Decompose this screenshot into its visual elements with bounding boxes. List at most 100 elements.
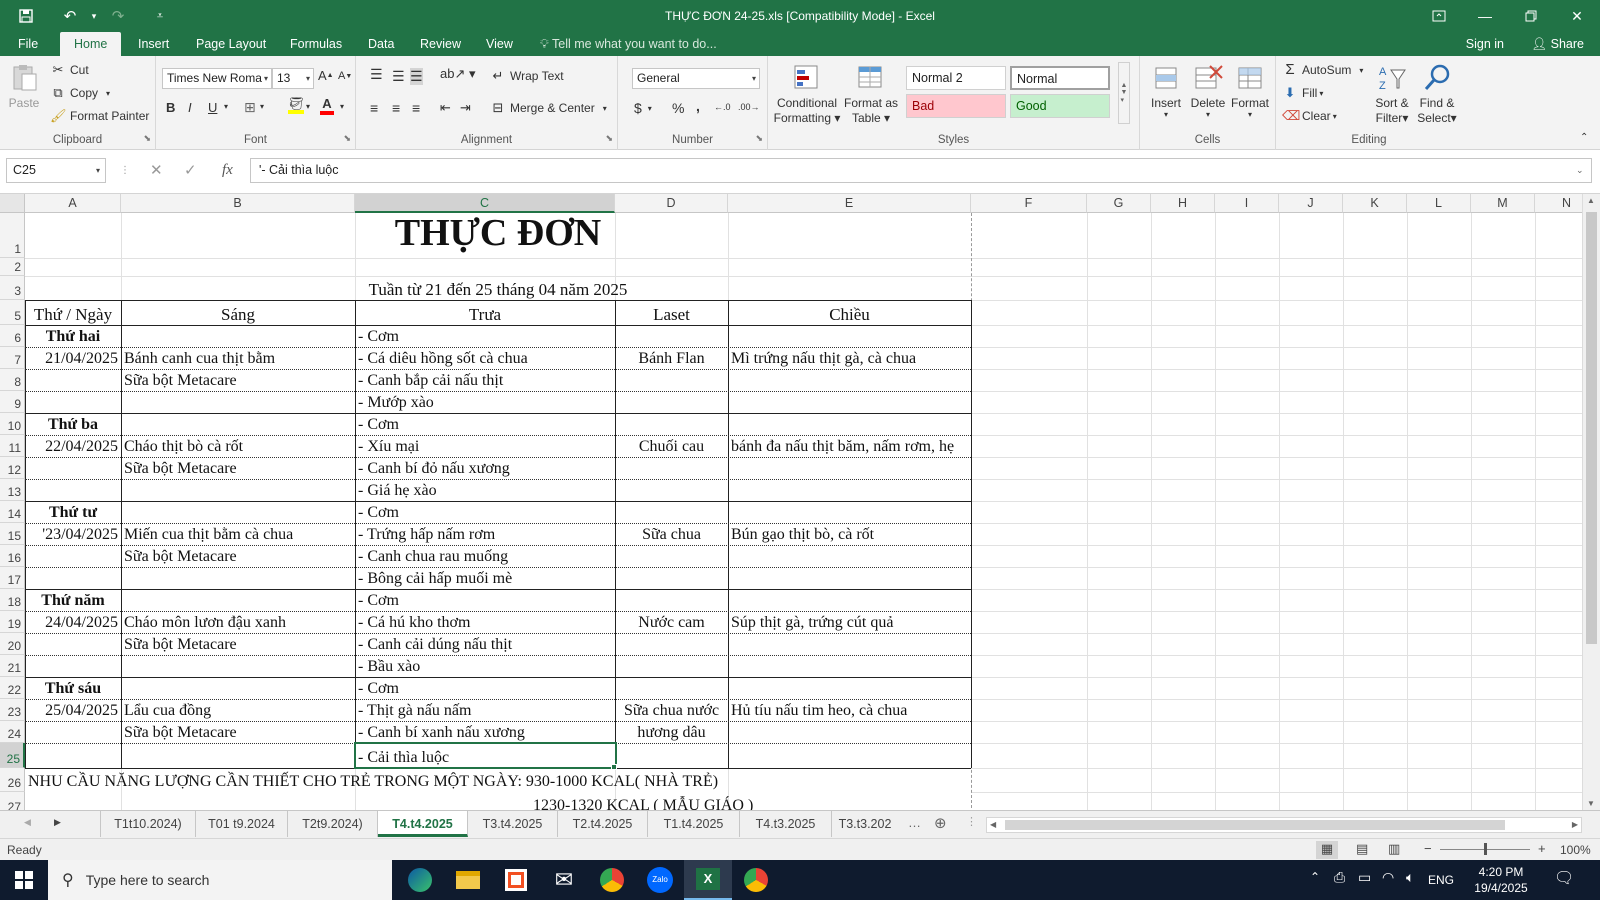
splitter-icon[interactable]: ⋮ — [966, 815, 977, 828]
day-name[interactable]: Thứ sáu — [25, 677, 121, 699]
snack-item[interactable]: Bánh Flan — [615, 347, 728, 369]
zoom-out-icon[interactable]: − — [1424, 841, 1432, 856]
morning-item[interactable]: Miến cua thịt bằm cà chua — [121, 523, 355, 545]
expand-formula-icon[interactable]: ⌄ — [1576, 158, 1584, 183]
tab-data[interactable]: Data — [368, 32, 394, 56]
day-date[interactable]: 22/04/2025 — [25, 435, 121, 457]
row-header[interactable]: 17 — [0, 567, 25, 589]
day-name[interactable]: Thứ tư — [25, 501, 121, 523]
row-header[interactable]: 3 — [0, 276, 25, 300]
afternoon-item[interactable]: bánh đa nấu thịt băm, nấm rơm, hẹ — [728, 435, 971, 457]
clear-button[interactable]: ⌫ Clear ▾ — [1282, 108, 1337, 124]
worksheet-grid[interactable]: A B C D E F G H I J K L M N 1 2 3 5 6 7 … — [0, 194, 1582, 810]
afternoon-item[interactable]: Bún gạo thịt bò, cà rốt — [728, 523, 971, 545]
row-header[interactable]: 14 — [0, 501, 25, 523]
battery-icon[interactable]: ▭ — [1358, 869, 1371, 886]
tab-insert[interactable]: Insert — [138, 32, 169, 56]
vertical-scrollbar[interactable]: ▲ ▼ — [1582, 194, 1600, 810]
align-top-icon[interactable]: ☰ — [370, 66, 383, 83]
ribbon-display-icon[interactable] — [1416, 0, 1462, 32]
increase-font-icon[interactable]: A ▲ — [318, 68, 334, 83]
clock[interactable]: 4:20 PM 19/4/2025 — [1466, 864, 1536, 896]
snack-item[interactable]: Chuối cau — [615, 435, 728, 457]
afternoon-item[interactable]: Súp thịt gà, trứng cút quả — [728, 611, 971, 633]
lunch-item[interactable]: - Bông cải hấp muối mè — [355, 567, 615, 589]
style-normal[interactable]: Normal — [1010, 66, 1110, 90]
file-explorer-icon[interactable] — [444, 860, 492, 900]
lunch-item[interactable]: - Canh bí đỏ nấu xương — [355, 457, 615, 479]
dialog-launcher-icon[interactable]: ⬊ — [605, 133, 613, 144]
sheet-tab[interactable]: T2.t4.2025 — [558, 811, 648, 837]
wrap-text-button[interactable]: ↵ Wrap Text — [490, 68, 564, 84]
tab-review[interactable]: Review — [420, 32, 461, 56]
windows-start-icon[interactable] — [0, 860, 48, 900]
format-as-table-button[interactable]: Format as Table ▾ — [842, 62, 900, 126]
snack-item[interactable]: Sữa chua nước — [615, 699, 728, 721]
row-header[interactable]: 26 — [0, 768, 25, 792]
fill-handle[interactable] — [611, 764, 617, 770]
close-button[interactable]: ✕ — [1554, 0, 1600, 32]
column-header-c[interactable]: C — [355, 194, 615, 213]
row-header[interactable]: 11 — [0, 435, 25, 457]
header-day[interactable]: Thứ / Ngày — [25, 300, 121, 325]
row-header[interactable]: 9 — [0, 391, 25, 413]
column-header-a[interactable]: A — [25, 194, 121, 213]
day-name[interactable]: Thứ ba — [25, 413, 121, 435]
row-header[interactable]: 10 — [0, 413, 25, 435]
paste-button[interactable]: Paste — [6, 62, 42, 110]
sheet-tab[interactable]: T4.t3.2025 — [740, 811, 832, 837]
tell-me-search[interactable]: 💡︎ Tell me what you want to do... — [540, 32, 717, 56]
align-bottom-icon[interactable]: ☰ — [410, 68, 423, 85]
scroll-right-icon[interactable]: ▶ — [1572, 820, 1578, 829]
morning-item[interactable]: Cháo môn lươn đậu xanh — [121, 611, 355, 633]
tray-chevron-icon[interactable]: ⌃ — [1310, 870, 1320, 884]
store-icon[interactable] — [492, 860, 540, 900]
decrease-indent-icon[interactable]: ⇤ — [440, 100, 451, 116]
row-header[interactable]: 25 — [0, 743, 25, 768]
minimize-button[interactable]: — — [1462, 0, 1508, 32]
currency-button[interactable]: $ ▾ — [634, 100, 652, 116]
lunch-item[interactable]: - Xíu mại — [355, 435, 615, 457]
tab-file[interactable]: File — [18, 32, 38, 56]
lunch-item[interactable]: - Cá hú kho thơm — [355, 611, 615, 633]
mail-icon[interactable]: ✉ — [540, 860, 588, 900]
next-sheet-icon[interactable]: ▶ — [54, 817, 61, 828]
morning-item[interactable]: Lẩu cua đồng — [121, 699, 355, 721]
lunch-item[interactable]: - Cơm — [355, 589, 615, 611]
increase-decimal-icon[interactable]: ←.0 — [714, 102, 731, 112]
vertical-scroll-thumb[interactable] — [1586, 212, 1597, 644]
column-header-l[interactable]: L — [1407, 194, 1471, 213]
lunch-item[interactable]: - Canh bí xanh nấu xương — [355, 721, 615, 743]
tab-view[interactable]: View — [486, 32, 513, 56]
sheet-tab[interactable]: T01 t9.2024 — [196, 811, 288, 837]
conditional-formatting-button[interactable]: Conditional Formatting ▾ — [774, 62, 840, 126]
afternoon-item[interactable]: Hủ tíu nấu tim heo, cà chua — [728, 699, 971, 721]
comma-button[interactable]: , — [696, 98, 700, 114]
lunch-item[interactable]: - Cơm — [355, 501, 615, 523]
lunch-item[interactable]: - Cơm — [355, 677, 615, 699]
styles-scroll[interactable]: ▲ ▼ ▾ — [1118, 62, 1130, 124]
lunch-item[interactable]: - Cơm — [355, 413, 615, 435]
align-left-icon[interactable]: ≡ — [370, 100, 378, 116]
morning-item[interactable]: Sữa bột Metacare — [121, 545, 355, 567]
column-header-b[interactable]: B — [121, 194, 355, 213]
chrome-profile-icon[interactable] — [732, 860, 780, 900]
row-header[interactable]: 23 — [0, 699, 25, 721]
cut-button[interactable]: ✂ Cut — [50, 62, 89, 78]
format-painter-button[interactable]: 🖌︎ Format Painter — [50, 108, 149, 124]
select-all-corner[interactable] — [0, 194, 25, 213]
row-header[interactable]: 7 — [0, 347, 25, 369]
sheet-tab-active[interactable]: T4.t4.2025 — [378, 811, 468, 837]
more-sheets-icon[interactable]: … — [908, 815, 921, 830]
day-date[interactable]: 21/04/2025 — [25, 347, 121, 369]
scroll-left-icon[interactable]: ◀ — [990, 820, 996, 829]
orientation-icon[interactable]: ab↗ ▾ — [440, 66, 476, 82]
chrome-icon[interactable] — [588, 860, 636, 900]
column-header-k[interactable]: K — [1343, 194, 1407, 213]
notification-icon[interactable]: 🗨︎ — [1554, 868, 1574, 888]
underline-button[interactable]: U — [208, 100, 217, 115]
lunch-item[interactable]: - Cá diêu hồng sốt cà chua — [355, 347, 615, 369]
row-header[interactable]: 27 — [0, 792, 25, 810]
morning-item[interactable]: Sữa bột Metacare — [121, 633, 355, 655]
normal-view-icon[interactable]: ▦ — [1316, 841, 1338, 859]
